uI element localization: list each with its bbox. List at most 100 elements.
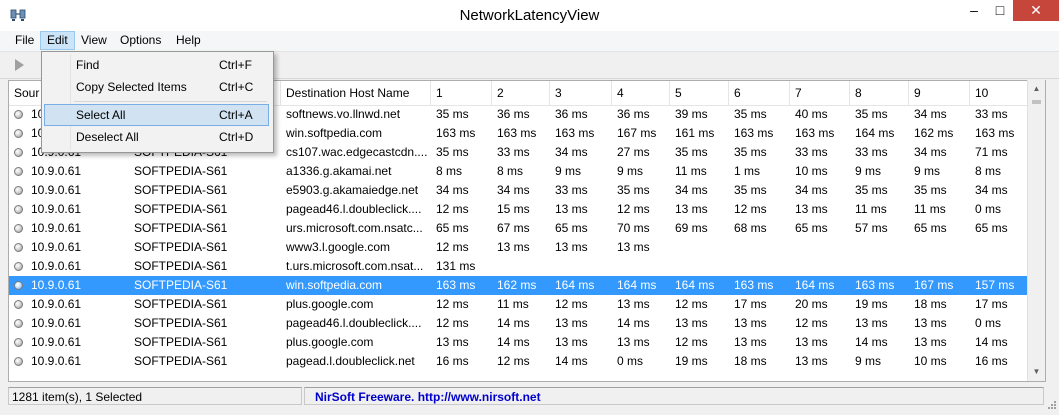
table-cell: 40 ms [795, 107, 828, 121]
table-cell: 36 ms [555, 107, 588, 121]
table-cell: 10.9.0.61 [31, 221, 82, 235]
table-cell: 13 ms [795, 354, 828, 368]
table-cell: 10.9.0.61 [31, 183, 82, 197]
column-header[interactable]: 6 [729, 81, 790, 105]
vertical-scrollbar[interactable]: ▲ ▼ [1027, 80, 1045, 381]
table-cell: 35 ms [914, 183, 947, 197]
column-header[interactable]: 7 [790, 81, 850, 105]
table-cell: 162 ms [497, 278, 537, 292]
table-cell: 36 ms [617, 107, 650, 121]
play-icon[interactable] [10, 56, 28, 74]
column-header[interactable]: Destination Host Name [281, 81, 431, 105]
table-row[interactable]: 10.9.0.61 SOFTPEDIA-S61 plus.google.com 12 … [9, 295, 1045, 314]
close-button[interactable]: ✕ [1013, 0, 1059, 21]
status-dot-icon [14, 167, 23, 176]
table-cell: 9 ms [914, 164, 941, 178]
scroll-up-icon[interactable]: ▲ [1028, 80, 1045, 97]
table-cell [492, 257, 550, 276]
table-cell: 10.9.0.61 [31, 202, 82, 216]
menu-item-label: Select All [76, 108, 126, 122]
status-item-count: 1281 item(s), 1 Selected [8, 387, 302, 405]
table-cell: 0 ms [617, 354, 644, 368]
menu-item-shortcut: Ctrl+F [219, 58, 252, 72]
table-row[interactable]: 10.9.0.61 SOFTPEDIA-S61 pagead.l.doublecli… [9, 352, 1045, 371]
table-cell: SOFTPEDIA-S61 [134, 354, 228, 368]
menu-item-select-all[interactable]: Select All Ctrl+A [44, 104, 269, 126]
table-cell [729, 257, 790, 276]
scroll-down-icon[interactable]: ▼ [1028, 363, 1045, 380]
table-row[interactable]: 10.9.0.61 SOFTPEDIA-S61 t.urs.microsoft.co… [9, 257, 1045, 276]
table-cell: 163 ms [734, 126, 774, 140]
table-cell: 14 ms [497, 335, 530, 349]
maximize-button[interactable]: □ [987, 0, 1013, 21]
table-cell [850, 238, 909, 257]
table-cell: a1336.g.akamai.net [286, 164, 392, 178]
table-cell [612, 257, 670, 276]
column-header[interactable]: 2 [492, 81, 550, 105]
table-cell: plus.google.com [286, 335, 374, 349]
menu-item-copy-selected[interactable]: Copy Selected Items Ctrl+C [44, 76, 269, 98]
menu-item-deselect-all[interactable]: Deselect All Ctrl+D [44, 126, 269, 148]
table-cell [790, 238, 850, 257]
menu-edit[interactable]: Edit [40, 31, 75, 50]
table-cell: 13 ms [555, 202, 588, 216]
table-cell: 13 ms [617, 297, 650, 311]
column-header[interactable]: 1 [431, 81, 492, 105]
table-cell [909, 238, 970, 257]
table-cell: 12 ms [436, 202, 469, 216]
table-cell: 11 ms [675, 164, 707, 178]
menu-options[interactable]: Options [114, 31, 167, 50]
table-cell: 12 ms [436, 240, 469, 254]
resize-grip-icon[interactable] [1045, 398, 1057, 410]
menu-file[interactable]: File [9, 31, 40, 50]
table-cell: 12 ms [795, 316, 828, 330]
column-header[interactable]: 10 [970, 81, 1029, 105]
table-cell: 57 ms [855, 221, 888, 235]
column-header[interactable]: 9 [909, 81, 970, 105]
nirsoft-link[interactable]: NirSoft Freeware. http://www.nirsoft.net [304, 387, 1044, 405]
column-header[interactable]: 4 [612, 81, 670, 105]
table-row[interactable]: 10.9.0.61 SOFTPEDIA-S61 www3.l.google.com 1… [9, 238, 1045, 257]
table-cell: 14 ms [497, 316, 530, 330]
table-cell: pagead.l.doubleclick.net [286, 354, 415, 368]
table-row[interactable]: 10.9.0.61 SOFTPEDIA-S61 e5903.g.akamaiedge… [9, 181, 1045, 200]
table-row[interactable]: 10.9.0.61 SOFTPEDIA-S61 a1336.g.akamai.net… [9, 162, 1045, 181]
table-cell: 17 ms [734, 297, 767, 311]
menu-view[interactable]: View [75, 31, 113, 50]
column-header[interactable]: 8 [850, 81, 909, 105]
table-row[interactable]: 10.9.0.61 SOFTPEDIA-S61 pagead46.l.doublec… [9, 314, 1045, 333]
status-dot-icon [14, 262, 23, 271]
menu-help[interactable]: Help [170, 31, 207, 50]
table-cell [670, 257, 729, 276]
table-row[interactable]: 10.9.0.61 SOFTPEDIA-S61 pagead46.l.doublec… [9, 200, 1045, 219]
table-row[interactable]: 10.9.0.61 SOFTPEDIA-S61 win.softpedia.com 1… [9, 276, 1045, 295]
table-cell: SOFTPEDIA-S61 [134, 221, 228, 235]
table-cell: 65 ms [436, 221, 469, 235]
table-cell: 10.9.0.61 [31, 335, 82, 349]
column-header[interactable]: 3 [550, 81, 612, 105]
table-cell: 163 ms [555, 126, 595, 140]
table-cell: 70 ms [617, 221, 650, 235]
table-cell: plus.google.com [286, 297, 374, 311]
table-cell: 161 ms [675, 126, 715, 140]
table-cell: 1 ms [734, 164, 761, 178]
table-cell: pagead46.l.doubleclick.... [286, 202, 422, 216]
table-cell: 35 ms [617, 183, 650, 197]
table-row[interactable]: 10.9.0.61 SOFTPEDIA-S61 plus.google.com 13 … [9, 333, 1045, 352]
table-cell: 10.9.0.61 [31, 278, 82, 292]
table-cell: 8 ms [436, 164, 463, 178]
table-cell: 13 ms [617, 335, 650, 349]
table-row[interactable]: 10.9.0.61 SOFTPEDIA-S61 urs.microsoft.com.… [9, 219, 1045, 238]
minimize-button[interactable]: – [961, 0, 987, 21]
table-cell [790, 257, 850, 276]
table-cell: 16 ms [436, 354, 469, 368]
menu-item-find[interactable]: Find Ctrl+F [44, 54, 269, 76]
table-cell: 13 ms [675, 202, 708, 216]
table-cell: urs.microsoft.com.nsatc... [286, 221, 423, 235]
table-cell: 13 ms [555, 240, 588, 254]
scroll-thumb[interactable] [1032, 100, 1041, 104]
column-header[interactable]: 5 [670, 81, 729, 105]
table-cell: 164 ms [675, 278, 715, 292]
table-cell: 33 ms [855, 145, 888, 159]
table-cell: 163 ms [497, 126, 537, 140]
